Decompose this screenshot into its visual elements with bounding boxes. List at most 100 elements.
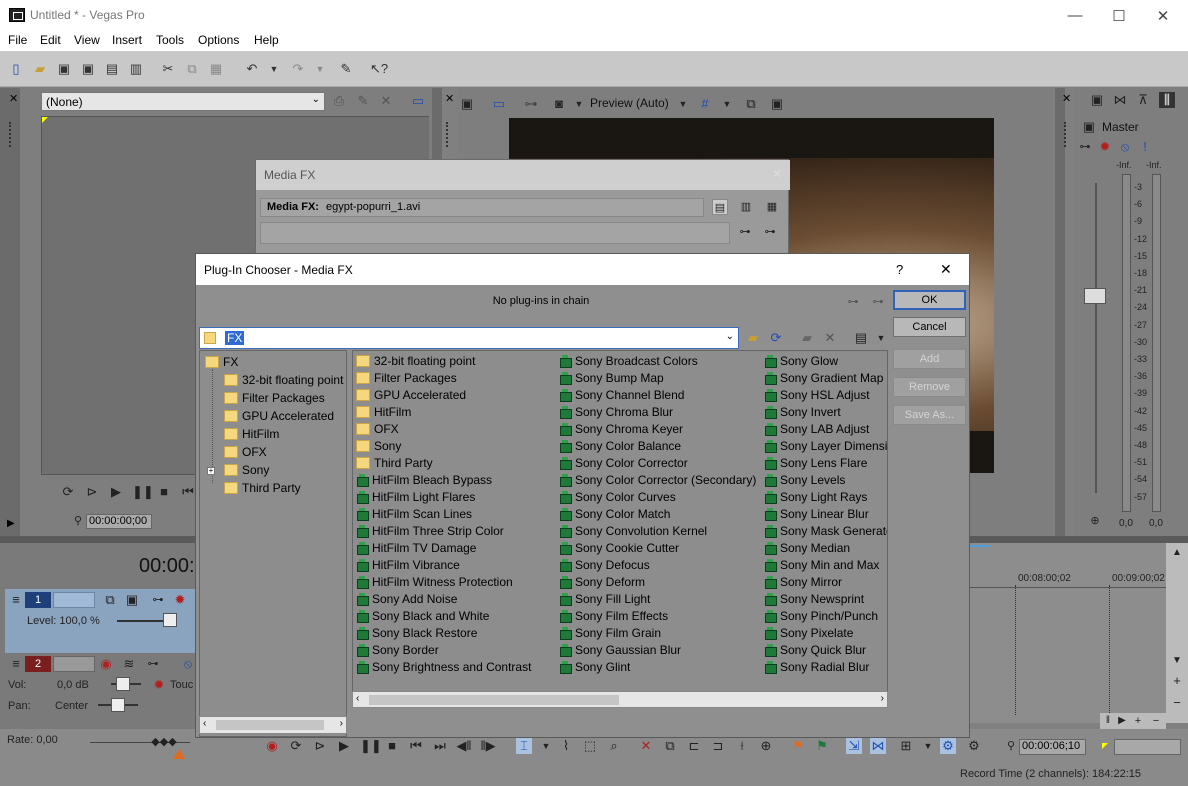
menu-edit[interactable]: Edit (40, 33, 61, 47)
normal-edit-tool-icon[interactable]: ⌶ (516, 738, 532, 754)
plugin-folder-item[interactable]: HitFilm (356, 404, 531, 421)
plugin-folder-item[interactable]: Sony (356, 438, 531, 455)
arm-record-icon[interactable]: ◉ (98, 656, 114, 672)
level-slider[interactable] (163, 613, 177, 627)
plugin-item[interactable]: Sony Black and White (356, 608, 531, 625)
selection-length[interactable] (1114, 739, 1181, 755)
properties-icon[interactable]: ▥ (128, 61, 144, 77)
plugin-item[interactable]: Sony Defocus (559, 557, 756, 574)
plugin-item[interactable]: HitFilm Light Flares (356, 489, 531, 506)
go-to-start-icon[interactable]: ⏮ (180, 484, 196, 500)
mixer-grip[interactable] (1064, 122, 1067, 147)
close-button[interactable]: ✕ (1140, 0, 1186, 31)
split-dropdown-icon[interactable]: ▼ (571, 96, 587, 112)
trim-start-icon[interactable]: ⊏ (686, 738, 702, 754)
group-icon[interactable]: ⚙ (940, 738, 956, 754)
delete-folder-icon[interactable]: ✕ (822, 330, 838, 346)
plugin-item[interactable]: Sony Color Corrector (559, 455, 756, 472)
mute-icon[interactable]: ⦸ (1117, 139, 1133, 155)
tree-item-gpu-accelerated[interactable]: GPU Accelerated (224, 409, 334, 423)
track-audio-2[interactable]: ≡ 2 ◉ ≋ ⊶ ⦸ Vol: 0,0 dB ✹ Touc Pan: Cent… (5, 653, 200, 739)
preview-grip[interactable] (446, 122, 449, 147)
refresh-icon[interactable]: ⟳ (768, 330, 784, 346)
zoom-in-icon[interactable]: + (1169, 673, 1185, 689)
monitor-icon[interactable]: ▭ (410, 93, 426, 109)
project-properties-icon[interactable]: ▣ (459, 96, 475, 112)
plugin-folder-item[interactable]: Third Party (356, 455, 531, 472)
transport-end-icon[interactable]: ⏭ (432, 738, 448, 754)
tree-item-ofx[interactable]: OFX (224, 445, 267, 459)
envelope-tool-icon[interactable]: ⌇ (558, 738, 574, 754)
plugin-item[interactable]: HitFilm Witness Protection (356, 574, 531, 591)
tree-item-hitfilm[interactable]: HitFilm (224, 427, 279, 441)
plugin-item[interactable]: Sony Mask Generator (764, 523, 887, 540)
ignore-grouping-icon[interactable]: ⚙ (966, 738, 982, 754)
plugin-item[interactable]: Sony Chroma Blur (559, 404, 756, 421)
fx-chain-icon[interactable]: ⊶ (523, 96, 539, 112)
downmix-icon[interactable]: ⋈ (1112, 92, 1128, 108)
plugin-item[interactable]: Sony Bump Map (559, 370, 756, 387)
open-icon[interactable]: ▰ (32, 61, 48, 77)
help-button[interactable]: ? (896, 262, 903, 277)
undo-icon[interactable]: ↶ (244, 61, 260, 77)
plugin-folder-item[interactable]: Filter Packages (356, 370, 531, 387)
audio-fx-chain-icon[interactable]: ⊶ (145, 656, 161, 672)
close-panel-icon[interactable]: ✕ (9, 92, 18, 105)
prev-frame-icon[interactable]: ◀‖ (456, 738, 472, 754)
cancel-button[interactable]: Cancel (893, 317, 966, 337)
plugin-item[interactable]: Sony Mirror (764, 574, 887, 591)
menu-file[interactable]: File (8, 33, 27, 47)
paste-icon[interactable]: ▦ (208, 61, 224, 77)
undo-dropdown-icon[interactable]: ▼ (266, 61, 282, 77)
plugin-item[interactable]: Sony Min and Max (764, 557, 887, 574)
mixer-fx-chain-icon[interactable]: ⊶ (1077, 139, 1093, 155)
master-fader[interactable] (1084, 288, 1106, 304)
menu-options[interactable]: Options (198, 33, 239, 47)
track-fx-chain-icon[interactable]: ⊶ (150, 592, 166, 608)
remove-button[interactable]: Remove (893, 377, 966, 397)
preset-edit-icon[interactable]: ✎ (355, 93, 371, 109)
plugin-item[interactable]: Sony Color Curves (559, 489, 756, 506)
scroll-down-icon[interactable]: ▼ (1169, 653, 1185, 669)
track-composite-icon[interactable]: ▣ (124, 592, 140, 608)
plugin-item[interactable]: Sony Black Restore (356, 625, 531, 642)
tree-scroll-thumb[interactable] (216, 720, 324, 730)
view-dropdown-icon[interactable]: ▼ (873, 330, 889, 346)
plugin-item[interactable]: Sony Chroma Keyer (559, 421, 756, 438)
snapping-dropdown-icon[interactable]: ▼ (920, 738, 936, 754)
quality-dropdown-icon[interactable]: ▼ (675, 96, 691, 112)
new-folder-icon[interactable]: ▰ (799, 330, 815, 346)
plugin-item[interactable]: Sony Gaussian Blur (559, 642, 756, 659)
transport-stop-icon[interactable]: ■ (384, 738, 400, 754)
cut-icon[interactable]: ✂ (160, 61, 176, 77)
copy-icon[interactable]: ⧉ (184, 61, 200, 77)
save-as-button[interactable]: Save As... (893, 405, 966, 425)
enable-snapping-icon[interactable]: ✎ (338, 61, 354, 77)
plugin-item[interactable]: HitFilm Bleach Bypass (356, 472, 531, 489)
hscroll-right-icon[interactable]: ▶ (1114, 713, 1130, 729)
close-preview-icon[interactable]: ✕ (445, 92, 454, 105)
zoom-out-icon[interactable]: − (1169, 695, 1185, 711)
plugin-item[interactable]: Sony Quick Blur (764, 642, 887, 659)
plugin-item[interactable]: Sony Pixelate (764, 625, 887, 642)
list-scroll-right-icon[interactable]: › (881, 693, 884, 704)
auto-ripple-icon[interactable]: ⇲ (846, 738, 862, 754)
menu-insert[interactable]: Insert (112, 33, 142, 47)
hzoom-out-icon[interactable]: − (1148, 713, 1164, 729)
zoom-tool-icon[interactable]: ⌕ (606, 738, 622, 754)
mixer-splitter[interactable] (1055, 88, 1065, 536)
solo-icon[interactable]: ! (1137, 139, 1153, 155)
expand-icon[interactable]: + (207, 467, 215, 475)
plugin-item[interactable]: Sony HSL Adjust (764, 387, 887, 404)
ok-button[interactable]: OK (893, 290, 966, 310)
record-icon[interactable]: ◉ (264, 738, 280, 754)
plugin-item[interactable]: Sony Color Corrector (Secondary) (559, 472, 756, 489)
plugin-folder-item[interactable]: OFX (356, 421, 531, 438)
audio-mute-icon[interactable]: ⦸ (180, 656, 196, 672)
split-icon[interactable]: ⟊ (734, 738, 750, 754)
track-video-1[interactable]: ≡ 1 ⧉ ▣ ⊶ ✹ Level: 100,0 % (5, 589, 200, 653)
tree-hscroll[interactable]: ‹ › (199, 716, 347, 734)
fader-lock-icon[interactable]: ⊕ (1087, 513, 1103, 529)
plugin-item[interactable]: Sony Median (764, 540, 887, 557)
plugin-item[interactable]: Sony Glint (559, 659, 756, 676)
